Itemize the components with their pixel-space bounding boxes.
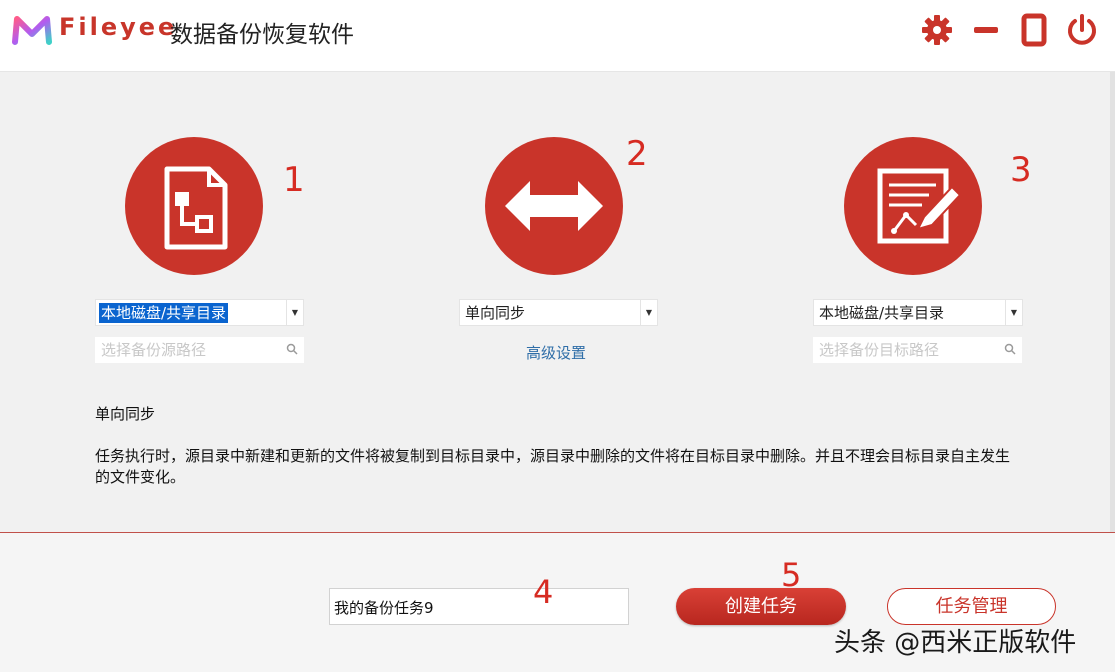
source-path-placeholder: 选择备份源路径 xyxy=(101,341,207,359)
sync-step-circle[interactable] xyxy=(485,137,623,275)
task-name-value: 我的备份任务9 xyxy=(334,599,434,617)
target-type-value: 本地磁盘/共享目录 xyxy=(819,304,945,322)
search-icon[interactable] xyxy=(1004,343,1016,355)
task-manage-button[interactable]: 任务管理 xyxy=(887,588,1056,625)
settings-gear-icon[interactable] xyxy=(920,13,954,47)
create-task-button[interactable]: 创建任务 xyxy=(676,588,846,625)
chevron-down-icon: ▼ xyxy=(640,300,657,325)
power-icon[interactable] xyxy=(1065,13,1099,47)
fileyee-logo-icon xyxy=(12,16,52,45)
search-icon[interactable] xyxy=(286,343,298,355)
sync-mode-value: 单向同步 xyxy=(465,304,526,322)
minimize-icon[interactable] xyxy=(970,13,1004,47)
step-number-2: 2 xyxy=(626,134,648,174)
edit-document-icon xyxy=(877,168,962,244)
source-type-value: 本地磁盘/共享目录 xyxy=(99,303,229,323)
file-structure-icon xyxy=(164,166,228,250)
advanced-settings-link[interactable]: 高级设置 xyxy=(526,342,586,363)
chevron-down-icon: ▼ xyxy=(286,300,303,325)
title-bar: Fileyee 数据备份恢复软件 xyxy=(0,0,1115,72)
mode-title: 单向同步 xyxy=(95,405,156,423)
target-path-placeholder: 选择备份目标路径 xyxy=(819,341,940,359)
source-step-circle[interactable] xyxy=(125,137,263,275)
task-name-input[interactable]: 我的备份任务9 xyxy=(329,588,629,625)
maximize-icon[interactable] xyxy=(1017,13,1051,47)
sync-mode-select[interactable]: 单向同步 ▼ xyxy=(459,299,658,326)
target-step-circle[interactable] xyxy=(844,137,982,275)
mode-description: 任务执行时，源目录中新建和更新的文件将被复制到目标目录中，源目录中删除的文件将在… xyxy=(95,447,1011,486)
chevron-down-icon: ▼ xyxy=(1005,300,1022,325)
app-title: 数据备份恢复软件 xyxy=(170,22,354,48)
step-number-4: 4 xyxy=(533,573,554,611)
watermark: 头条 @西米正版软件 xyxy=(834,628,1077,658)
step-number-1: 1 xyxy=(283,160,305,200)
source-path-input[interactable]: 选择备份源路径 xyxy=(95,337,304,363)
source-type-select[interactable]: 本地磁盘/共享目录 ▼ xyxy=(95,299,304,326)
double-arrow-icon xyxy=(505,181,603,231)
step-number-3: 3 xyxy=(1010,150,1032,190)
target-type-select[interactable]: 本地磁盘/共享目录 ▼ xyxy=(813,299,1023,326)
brand-name: Fileyee xyxy=(59,13,178,41)
target-path-input[interactable]: 选择备份目标路径 xyxy=(813,337,1022,363)
